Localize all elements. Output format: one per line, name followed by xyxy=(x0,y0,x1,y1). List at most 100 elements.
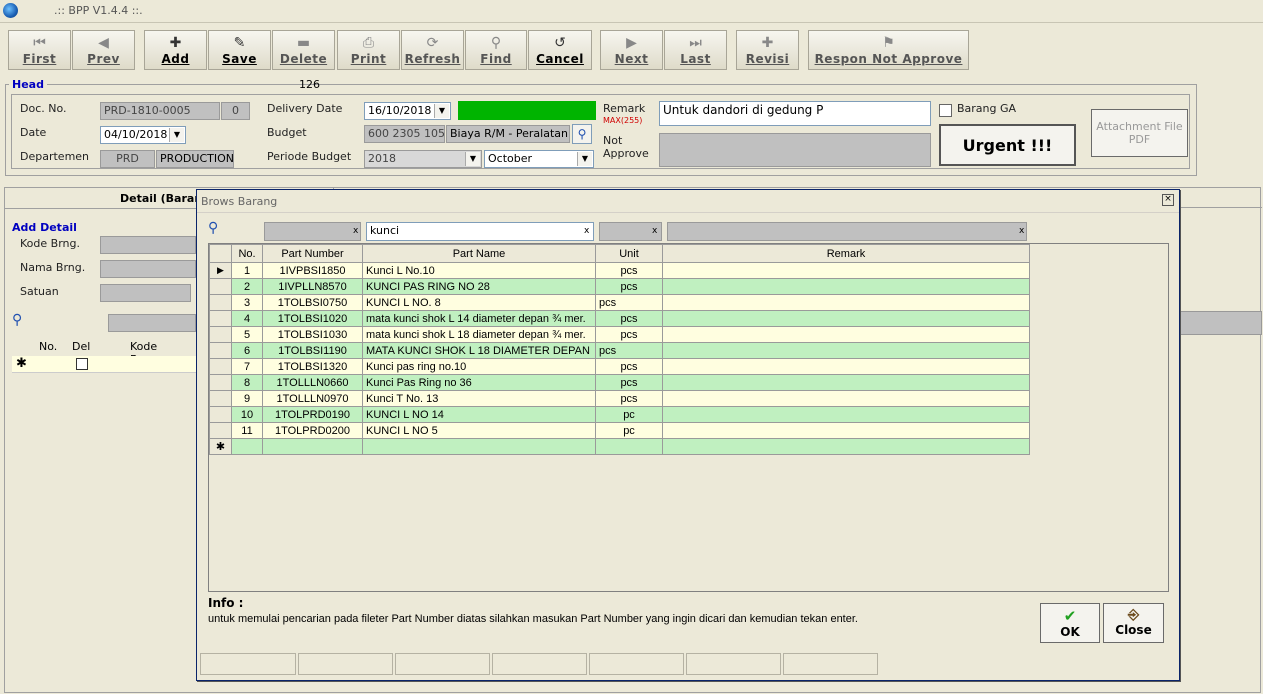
dept-code-field[interactable]: PRD xyxy=(100,150,155,168)
cell-unit[interactable]: pcs xyxy=(595,374,663,391)
header-unit[interactable]: Unit xyxy=(595,244,663,263)
cell-no[interactable]: 2 xyxy=(231,278,263,295)
row-indicator[interactable] xyxy=(209,374,232,391)
cell-part-name[interactable]: Kunci Pas Ring no 36 xyxy=(362,374,596,391)
urgent-button[interactable]: Urgent !!! xyxy=(939,124,1076,166)
cell-part-name[interactable]: KUNCI L NO 5 xyxy=(362,422,596,439)
filter-remark[interactable] xyxy=(667,222,1027,241)
detail-filter-field[interactable] xyxy=(108,314,196,332)
row-indicator[interactable] xyxy=(209,294,232,311)
cell-part-name[interactable]: KUNCI L NO 14 xyxy=(362,406,596,423)
doc-no-field[interactable]: PRD-1810-0005 xyxy=(100,102,220,120)
cell-no[interactable]: 11 xyxy=(231,422,263,439)
cell-part-name[interactable]: mata kunci shok L 18 diameter depan ¾ me… xyxy=(362,326,596,343)
detail-new-row[interactable]: ✱ xyxy=(12,356,196,373)
chevron-down-icon[interactable]: ▼ xyxy=(434,104,449,118)
row-indicator[interactable] xyxy=(209,390,232,407)
cell-unit[interactable]: pcs xyxy=(595,262,663,279)
budget-search-icon[interactable]: ⚲ xyxy=(572,124,592,144)
cell-part-name[interactable]: MATA KUNCI SHOK L 18 DIAMETER DEPAN xyxy=(362,342,596,359)
filter-part-number[interactable] xyxy=(264,222,361,241)
nama-brng-field[interactable] xyxy=(100,260,196,278)
empty-cell[interactable] xyxy=(595,438,663,455)
cell-remark[interactable] xyxy=(662,310,1030,327)
cell-part-name[interactable]: Kunci pas ring no.10 xyxy=(362,358,596,375)
cell-part-number[interactable]: 1TOLBSI0750 xyxy=(262,294,363,311)
cell-no[interactable]: 7 xyxy=(231,358,263,375)
satuan-field[interactable] xyxy=(100,284,191,302)
header-part-number[interactable]: Part Number xyxy=(262,244,363,263)
close-button[interactable]: ⎆ Close xyxy=(1103,603,1164,643)
cell-part-number[interactable]: 1TOLBSI1030 xyxy=(262,326,363,343)
table-row[interactable]: ▶ 1 1IVPBSI1850 Kunci L No.10 pcs xyxy=(209,262,1030,279)
kode-brng-field[interactable] xyxy=(100,236,196,254)
close-icon[interactable]: × xyxy=(1162,194,1174,206)
cell-part-name[interactable]: Kunci T No. 13 xyxy=(362,390,596,407)
header-remark[interactable]: Remark xyxy=(662,244,1030,263)
row-indicator[interactable] xyxy=(209,342,232,359)
empty-cell[interactable] xyxy=(262,438,363,455)
table-row[interactable]: 3 1TOLBSI0750 KUNCI L NO. 8 pcs xyxy=(209,294,1030,311)
empty-cell[interactable] xyxy=(362,438,596,455)
cell-no[interactable]: 4 xyxy=(231,310,263,327)
empty-cell[interactable] xyxy=(231,438,263,455)
table-row[interactable]: 4 1TOLBSI1020 mata kunci shok L 14 diamete… xyxy=(209,310,1030,327)
print-button[interactable]: ⎙ Print xyxy=(337,30,400,70)
barang-ga-checkbox[interactable] xyxy=(939,104,952,117)
periode-month-select[interactable]: October ▼ xyxy=(484,150,594,168)
cell-remark[interactable] xyxy=(662,262,1030,279)
prev-button[interactable]: ◀ Prev xyxy=(72,30,135,70)
cell-no[interactable]: 5 xyxy=(231,326,263,343)
row-indicator[interactable] xyxy=(209,326,232,343)
respon-not-approve-button[interactable]: ⚑ Respon Not Approve xyxy=(808,30,969,70)
budget-code-field[interactable]: 600 2305 105 xyxy=(364,125,445,143)
cell-unit[interactable]: pc xyxy=(595,406,663,423)
filter-part-name[interactable]: kunci xyxy=(366,222,594,241)
cell-no[interactable]: 10 xyxy=(231,406,263,423)
date-picker[interactable]: 04/10/2018 ▼ xyxy=(100,126,186,144)
row-indicator[interactable] xyxy=(209,422,232,439)
cell-unit[interactable]: pcs xyxy=(595,310,663,327)
new-row[interactable]: ✱ xyxy=(209,438,1030,455)
not-approve-field[interactable] xyxy=(659,133,931,167)
cell-part-number[interactable]: 1IVPLLN8570 xyxy=(262,278,363,295)
cell-remark[interactable] xyxy=(662,294,1030,311)
cell-part-name[interactable]: KUNCI L NO. 8 xyxy=(362,294,596,311)
ok-button[interactable]: ✔ OK xyxy=(1040,603,1100,643)
cell-remark[interactable] xyxy=(662,374,1030,391)
clear-filter-icon[interactable]: x xyxy=(652,226,657,236)
cell-unit[interactable]: pc xyxy=(595,422,663,439)
cell-remark[interactable] xyxy=(662,326,1030,343)
delete-button[interactable]: ▬ Delete xyxy=(272,30,335,70)
zoom-icon[interactable]: ⚲ xyxy=(12,312,32,332)
cancel-button[interactable]: ↺ Cancel xyxy=(528,30,592,70)
table-row[interactable]: 10 1TOLPRD0190 KUNCI L NO 14 pc xyxy=(209,406,1030,423)
row-indicator[interactable] xyxy=(209,310,232,327)
cell-remark[interactable] xyxy=(662,406,1030,423)
table-row[interactable]: 8 1TOLLLN0660 Kunci Pas Ring no 36 pcs xyxy=(209,374,1030,391)
row-indicator[interactable] xyxy=(209,406,232,423)
cell-part-number[interactable]: 1TOLLLN0970 xyxy=(262,390,363,407)
cell-unit[interactable]: pcs xyxy=(595,342,663,359)
cell-part-name[interactable]: mata kunci shok L 14 diameter depan ¾ me… xyxy=(362,310,596,327)
cell-part-number[interactable]: 1TOLBSI1190 xyxy=(262,342,363,359)
next-button[interactable]: ▶ Next xyxy=(600,30,663,70)
cell-remark[interactable] xyxy=(662,390,1030,407)
periode-year-select[interactable]: 2018 ▼ xyxy=(364,150,482,168)
cell-no[interactable]: 6 xyxy=(231,342,263,359)
clear-filter-icon[interactable]: x xyxy=(1019,226,1024,236)
clear-filter-icon[interactable]: x xyxy=(353,226,358,236)
table-row[interactable]: 6 1TOLBSI1190 MATA KUNCI SHOK L 18 DIAMETE… xyxy=(209,342,1030,359)
cell-no[interactable]: 3 xyxy=(231,294,263,311)
delivery-date-picker[interactable]: 16/10/2018 ▼ xyxy=(364,102,451,120)
header-part-name[interactable]: Part Name xyxy=(362,244,596,263)
cell-no[interactable]: 1 xyxy=(231,262,263,279)
cell-unit[interactable]: pcs xyxy=(595,390,663,407)
cell-unit[interactable]: pcs xyxy=(595,326,663,343)
cell-part-name[interactable]: Kunci L No.10 xyxy=(362,262,596,279)
row-indicator[interactable] xyxy=(209,358,232,375)
remark-input[interactable]: Untuk dandori di gedung P xyxy=(659,101,931,126)
add-button[interactable]: ✚ Add xyxy=(144,30,207,70)
cell-part-number[interactable]: 1TOLLLN0660 xyxy=(262,374,363,391)
cell-remark[interactable] xyxy=(662,278,1030,295)
